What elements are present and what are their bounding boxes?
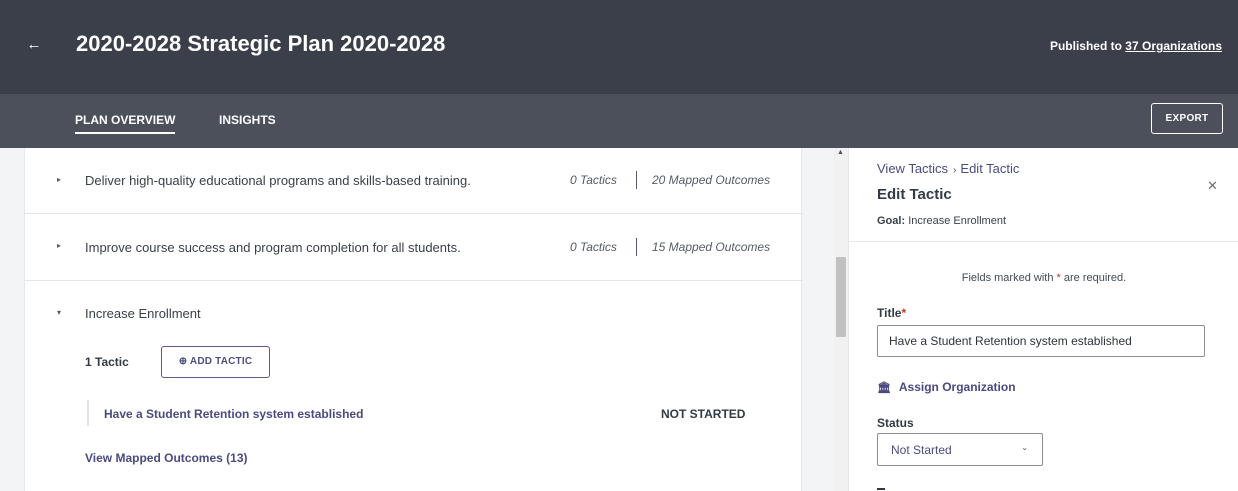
title-label: Title*: [877, 306, 906, 320]
tab-bar: PLAN OVERVIEW INSIGHTS EXPORT: [0, 94, 1238, 148]
close-icon[interactable]: ✕: [1207, 178, 1218, 194]
goal-meta: Goal: Increase Enrollment: [877, 215, 1006, 227]
next-field-label: [877, 485, 887, 491]
assign-organization-label: Assign Organization: [898, 380, 1016, 394]
back-arrow-icon[interactable]: ←: [24, 35, 44, 55]
required-star: *: [1056, 272, 1061, 284]
institution-icon: 🏛︎: [877, 382, 891, 394]
tactic-indent-line: [87, 400, 89, 426]
goal-mapped-outcomes: 20 Mapped Outcomes: [652, 173, 771, 187]
scroll-up-arrow-icon[interactable]: ▲: [837, 149, 844, 156]
tactic-status: NOT STARTED: [661, 407, 746, 421]
organizations-link[interactable]: 37 Organizations: [1125, 39, 1222, 53]
caret-down-icon[interactable]: ▾: [57, 308, 61, 317]
goal-mapped-outcomes: 15 Mapped Outcomes: [652, 240, 771, 254]
chevron-down-icon: ⌄: [1021, 443, 1028, 452]
add-tactic-button[interactable]: ⊕ ADD TACTIC: [161, 346, 270, 378]
edit-tactic-panel: View Tactics › Edit Tactic Edit Tactic ✕ G…: [848, 148, 1238, 491]
caret-right-icon[interactable]: ▸: [57, 241, 61, 250]
tactic-count: 1 Tactic: [85, 355, 129, 369]
required-note-prefix: Fields marked with: [961, 272, 1054, 284]
status-label: Status: [877, 416, 914, 430]
caret-right-icon[interactable]: ▸: [57, 175, 61, 184]
breadcrumb: View Tactics › Edit Tactic: [877, 161, 1019, 176]
title-label-text: Title: [877, 306, 902, 320]
published-prefix: Published to: [1049, 39, 1122, 53]
goal-title: Improve course success and program compl…: [85, 240, 461, 255]
plus-circle-icon: ⊕: [178, 356, 188, 367]
panel-title: Edit Tactic: [877, 186, 952, 203]
goal-title: Deliver high-quality educational program…: [85, 173, 471, 188]
goal-title: Increase Enrollment: [85, 306, 201, 321]
app-header: ← 2020-2028 Strategic Plan 2020-2028 Pub…: [0, 0, 1238, 94]
tab-plan-overview[interactable]: PLAN OVERVIEW: [75, 113, 176, 134]
add-tactic-label: ADD TACTIC: [189, 356, 253, 367]
goal-row[interactable]: ▸ Deliver high-quality educational progr…: [25, 148, 803, 214]
status-select[interactable]: Not Started ⌄: [877, 433, 1043, 466]
goal-value: Increase Enrollment: [908, 215, 1007, 227]
required-note-suffix: are required.: [1063, 272, 1127, 284]
divider: [636, 238, 637, 256]
tab-insights[interactable]: INSIGHTS: [219, 113, 276, 132]
main-content: ▸ Deliver high-quality educational progr…: [0, 148, 848, 491]
assign-organization-link[interactable]: 🏛︎ Assign Organization: [877, 380, 1016, 394]
goal-list: ▸ Deliver high-quality educational progr…: [24, 148, 803, 491]
tactic-title-link[interactable]: Have a Student Retention system establis…: [104, 407, 363, 421]
export-button[interactable]: EXPORT: [1151, 103, 1223, 134]
breadcrumb-edit-tactic: Edit Tactic: [960, 161, 1020, 176]
chevron-right-icon: ›: [953, 165, 957, 176]
breadcrumb-view-tactics[interactable]: View Tactics: [877, 161, 948, 176]
published-info: Published to 37 Organizations: [1050, 39, 1222, 53]
goal-tactic-count: 0 Tactics: [570, 173, 617, 187]
scrollbar-thumb[interactable]: [836, 257, 846, 337]
plan-title: 2020-2028 Strategic Plan 2020-2028: [76, 31, 446, 56]
divider: [636, 171, 637, 189]
goal-tactic-count: 0 Tactics: [570, 240, 617, 254]
scrollbar[interactable]: ▲: [834, 148, 848, 491]
required-star: *: [901, 306, 907, 320]
title-input[interactable]: [877, 325, 1205, 357]
goal-label: Goal:: [877, 215, 906, 227]
status-value: Not Started: [891, 443, 952, 457]
divider: [849, 241, 1238, 242]
view-mapped-outcomes-link[interactable]: View Mapped Outcomes (13): [85, 451, 248, 465]
required-note: Fields marked with * are required.: [849, 272, 1238, 284]
goal-row[interactable]: ▸ Improve course success and program com…: [25, 214, 803, 281]
